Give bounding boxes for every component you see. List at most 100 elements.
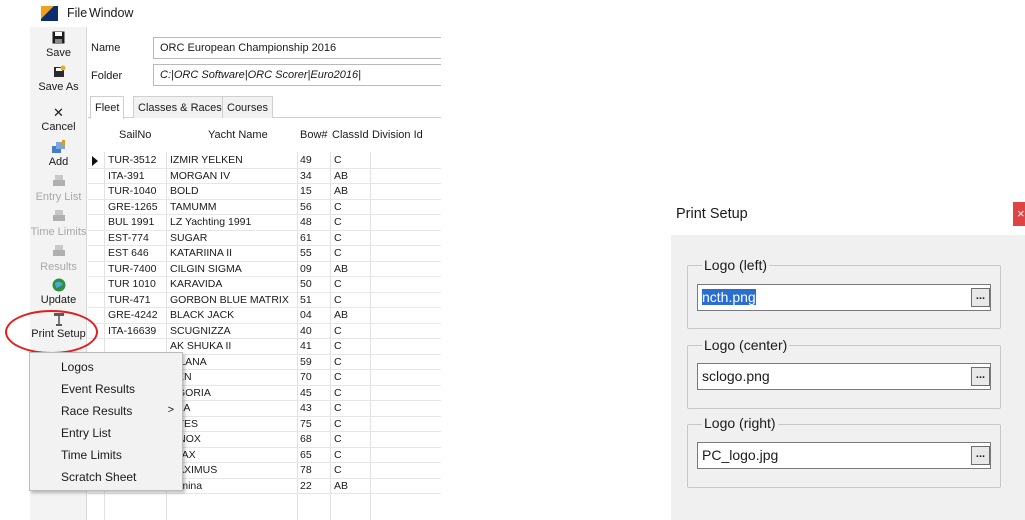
cell-classid[interactable]: C bbox=[334, 464, 342, 476]
cell-sailno[interactable]: EST 646 bbox=[108, 247, 149, 259]
cell-classid[interactable]: C bbox=[334, 325, 342, 337]
tab-classes-races[interactable]: Classes & Races bbox=[133, 96, 227, 118]
cell-sailno[interactable]: TUR 1010 bbox=[108, 278, 156, 290]
cell-bow[interactable]: 65 bbox=[300, 449, 312, 461]
cell-classid[interactable]: C bbox=[334, 278, 342, 290]
cell-bow[interactable]: 43 bbox=[300, 402, 312, 414]
cell-classid[interactable]: C bbox=[334, 340, 342, 352]
cell-classid[interactable]: C bbox=[334, 433, 342, 445]
col-header-bow[interactable]: Bow# bbox=[300, 129, 328, 141]
logo-right-input[interactable]: PC_logo.jpg bbox=[697, 442, 991, 469]
menu-item-event-results[interactable]: Event Results bbox=[30, 378, 182, 400]
cell-yacht[interactable]: SUGAR bbox=[170, 232, 207, 244]
logo-right-browse-button[interactable]: ... bbox=[971, 446, 990, 465]
cell-bow[interactable]: 48 bbox=[300, 216, 312, 228]
update-button[interactable]: Update bbox=[30, 278, 87, 307]
time-limits-button[interactable]: Time Limits bbox=[30, 210, 87, 239]
cell-bow[interactable]: 75 bbox=[300, 418, 312, 430]
cell-yacht[interactable]: LZ Yachting 1991 bbox=[170, 216, 251, 228]
menu-item-entry-list[interactable]: Entry List bbox=[30, 422, 182, 444]
logo-left-input[interactable]: ncth.png bbox=[697, 284, 991, 311]
cell-bow[interactable]: 56 bbox=[300, 201, 312, 213]
table-row[interactable]: TUR-7400 CILGIN SIGMA 09 AB bbox=[88, 262, 441, 277]
table-row[interactable]: EST-774 SUGAR 61 C bbox=[88, 231, 441, 246]
table-row[interactable]: TUR-1040 BOLD 15 AB bbox=[88, 184, 441, 200]
cell-sailno[interactable]: GRE-1265 bbox=[108, 201, 158, 213]
cell-yacht[interactable]: AK SHUKA II bbox=[170, 340, 231, 352]
menu-item-time-limits[interactable]: Time Limits bbox=[30, 444, 182, 466]
cell-yacht[interactable]: CILGIN SIGMA bbox=[170, 263, 242, 275]
cell-classid[interactable]: C bbox=[334, 216, 342, 228]
entry-list-button[interactable]: Entry List bbox=[30, 175, 87, 204]
menu-file[interactable]: File bbox=[67, 6, 87, 20]
cell-yacht[interactable]: GORBON BLUE MATRIX bbox=[170, 294, 289, 306]
cell-classid[interactable]: C bbox=[334, 387, 342, 399]
cell-bow[interactable]: 41 bbox=[300, 340, 312, 352]
cell-yacht[interactable]: MORGAN IV bbox=[170, 170, 230, 182]
cell-bow[interactable]: 55 bbox=[300, 247, 312, 259]
cell-yacht[interactable]: BLACK JACK bbox=[170, 309, 234, 321]
table-row[interactable]: BUL 1991 LZ Yachting 1991 48 C bbox=[88, 215, 441, 231]
col-header-classid[interactable]: ClassId bbox=[332, 129, 369, 141]
menu-item-scratch-sheet[interactable]: Scratch Sheet bbox=[30, 466, 182, 488]
cell-yacht[interactable]: BOLD bbox=[170, 185, 199, 197]
table-row[interactable]: GRE-1265 TAMUMM 56 C bbox=[88, 200, 441, 215]
name-field[interactable]: ORC European Championship 2016 bbox=[153, 37, 441, 59]
cell-classid[interactable]: AB bbox=[334, 185, 348, 197]
menu-window[interactable]: Window bbox=[89, 6, 133, 20]
col-header-yacht-name[interactable]: Yacht Name bbox=[208, 129, 268, 141]
cell-classid[interactable]: C bbox=[334, 371, 342, 383]
cell-classid[interactable]: C bbox=[334, 449, 342, 461]
table-row[interactable]: ITA-391 MORGAN IV 34 AB bbox=[88, 169, 441, 184]
cell-yacht[interactable]: KATARIINA II bbox=[170, 247, 232, 259]
folder-field[interactable]: C:|ORC Software|ORC Scorer|Euro2016| bbox=[153, 64, 441, 86]
cell-yacht[interactable]: SCUGNIZZA bbox=[170, 325, 231, 337]
cell-classid[interactable]: C bbox=[334, 294, 342, 306]
col-header-division[interactable]: Division Id bbox=[372, 129, 423, 141]
cancel-button[interactable]: ✕ Cancel bbox=[30, 105, 87, 134]
cell-classid[interactable]: C bbox=[334, 356, 342, 368]
cell-bow[interactable]: 22 bbox=[300, 480, 312, 492]
tab-courses[interactable]: Courses bbox=[222, 96, 273, 118]
cell-classid[interactable]: AB bbox=[334, 480, 348, 492]
menu-item-race-results[interactable]: Race Results > bbox=[30, 400, 182, 422]
cell-sailno[interactable]: ITA-16639 bbox=[108, 325, 156, 337]
cell-bow[interactable]: 45 bbox=[300, 387, 312, 399]
cell-classid[interactable]: C bbox=[334, 232, 342, 244]
cell-sailno[interactable]: TUR-471 bbox=[108, 294, 151, 306]
table-row[interactable]: GRE-4242 BLACK JACK 04 AB bbox=[88, 308, 441, 324]
table-row[interactable]: TUR-3512 IZMIR YELKEN 49 C bbox=[88, 153, 441, 169]
cell-yacht[interactable]: TAMUMM bbox=[170, 201, 216, 213]
cell-classid[interactable]: C bbox=[334, 201, 342, 213]
cell-classid[interactable]: AB bbox=[334, 170, 348, 182]
cell-bow[interactable]: 40 bbox=[300, 325, 312, 337]
logo-left-browse-button[interactable]: ... bbox=[971, 288, 990, 307]
cell-bow[interactable]: 51 bbox=[300, 294, 312, 306]
cell-sailno[interactable]: GRE-4242 bbox=[108, 309, 158, 321]
cell-bow[interactable]: 70 bbox=[300, 371, 312, 383]
add-button[interactable]: Add bbox=[30, 140, 87, 169]
cell-bow[interactable]: 59 bbox=[300, 356, 312, 368]
cell-bow[interactable]: 34 bbox=[300, 170, 312, 182]
cell-bow[interactable]: 09 bbox=[300, 263, 312, 275]
cell-sailno[interactable]: TUR-3512 bbox=[108, 154, 156, 166]
cell-classid[interactable]: C bbox=[334, 402, 342, 414]
cell-classid[interactable]: C bbox=[334, 418, 342, 430]
cell-sailno[interactable]: TUR-7400 bbox=[108, 263, 156, 275]
cell-sailno[interactable]: ITA-391 bbox=[108, 170, 145, 182]
logo-center-input[interactable]: sclogo.png bbox=[697, 363, 991, 390]
cell-sailno[interactable]: BUL 1991 bbox=[108, 216, 154, 228]
cell-sailno[interactable]: EST-774 bbox=[108, 232, 149, 244]
logo-center-browse-button[interactable]: ... bbox=[971, 367, 990, 386]
cell-bow[interactable]: 04 bbox=[300, 309, 312, 321]
cell-bow[interactable]: 15 bbox=[300, 185, 312, 197]
cell-classid[interactable]: AB bbox=[334, 263, 348, 275]
results-button[interactable]: Results bbox=[30, 245, 87, 274]
table-row[interactable]: EST 646 KATARIINA II 55 C bbox=[88, 246, 441, 262]
cell-yacht[interactable]: IZMIR YELKEN bbox=[170, 154, 243, 166]
col-header-sailno[interactable]: SailNo bbox=[119, 129, 151, 141]
cell-bow[interactable]: 61 bbox=[300, 232, 312, 244]
cell-bow[interactable]: 78 bbox=[300, 464, 312, 476]
cell-bow[interactable]: 49 bbox=[300, 154, 312, 166]
cell-classid[interactable]: C bbox=[334, 247, 342, 259]
